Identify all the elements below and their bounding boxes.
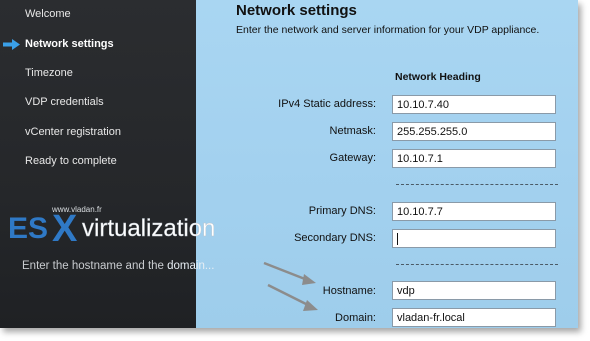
page-subtitle: Enter the network and server information… (236, 24, 540, 36)
sidebar-item-timezone[interactable]: Timezone (25, 67, 73, 79)
hint-text: Enter the hostname and the (22, 260, 168, 272)
domain-input[interactable]: vladan-fr.local (392, 308, 556, 327)
ipv4-static-address-input[interactable]: 10.10.7.40 (392, 95, 556, 114)
esx-virtualization-logo: www.vladan.fr ES X virtualization (8, 205, 216, 246)
ipv4-label: IPv4 Static address: (278, 98, 376, 110)
netmask-label: Netmask: (329, 125, 376, 137)
hint-highlight: domain... (167, 260, 215, 272)
logo-brand-virtualization: virtualization (82, 215, 215, 242)
network-settings-panel: Network settings Enter the network and s… (196, 0, 578, 328)
secondary-dns-input[interactable] (392, 229, 556, 248)
arrow-right-icon (3, 39, 20, 50)
divider (396, 264, 558, 265)
sidebar-item-vdp-credentials[interactable]: VDP credentials (25, 96, 104, 108)
divider (396, 184, 558, 185)
wizard-sidebar: Welcome Network settings Timezone VDP cr… (0, 0, 196, 328)
sidebar-item-vcenter-registration[interactable]: vCenter registration (25, 126, 121, 138)
gateway-label: Gateway: (329, 152, 376, 164)
annotation-hint: Enter the hostname and the domain... (22, 260, 214, 272)
vdp-config-window: Welcome Network settings Timezone VDP cr… (0, 0, 578, 328)
page-title: Network settings (236, 2, 357, 19)
annotation-arrow-domain (267, 283, 318, 311)
hostname-input[interactable]: vdp (392, 281, 556, 300)
gateway-input[interactable]: 10.10.7.1 (392, 149, 556, 168)
netmask-input[interactable]: 255.255.255.0 (392, 122, 556, 141)
annotation-arrows (263, 261, 318, 311)
sidebar-item-ready-to-complete[interactable]: Ready to complete (25, 155, 117, 167)
logo-brand-es: ES (8, 212, 48, 245)
sidebar-item-welcome[interactable]: Welcome (25, 8, 71, 20)
annotation-arrow-hostname (263, 261, 316, 285)
sidebar-item-network-settings[interactable]: Network settings (25, 38, 114, 50)
section-heading: Network Heading (395, 71, 481, 83)
text-cursor (397, 233, 398, 246)
logo-brand-x: X (52, 208, 78, 246)
primary-dns-input[interactable]: 10.10.7.7 (392, 202, 556, 221)
